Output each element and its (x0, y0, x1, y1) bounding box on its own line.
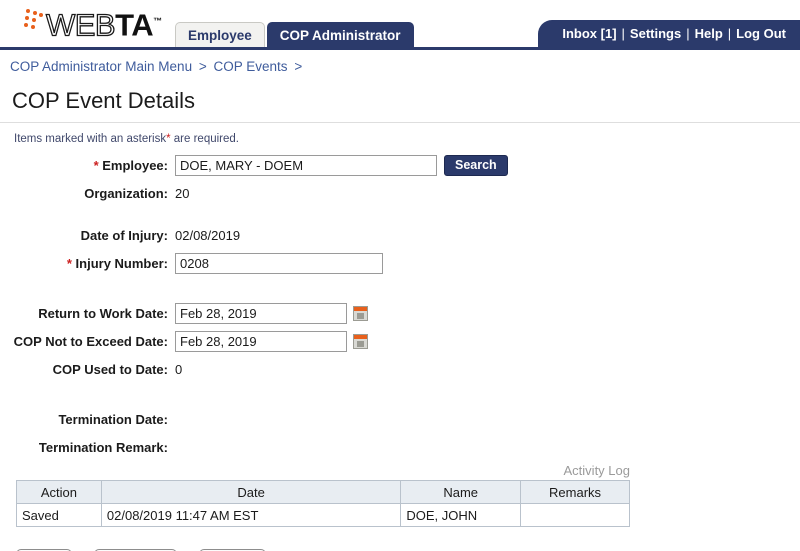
calendar-icon-cop-not-to-exceed[interactable] (353, 333, 368, 349)
injury-number-input[interactable] (175, 252, 383, 274)
field-row-organization: Organization: 20 (0, 181, 800, 205)
column-header-remarks: Remarks (520, 480, 630, 504)
employee-input[interactable] (175, 154, 437, 176)
nav-separator-2: | (686, 26, 690, 41)
employee-label: * Employee: (0, 158, 175, 173)
cell-date: 02/08/2019 11:47 AM EST (100, 503, 402, 527)
activity-log-title: Activity Log (563, 463, 630, 478)
required-note-text-before: Items marked with an asterisk (14, 133, 167, 145)
cell-name: DOE, JOHN (400, 503, 522, 527)
nav-logout-link[interactable]: Log Out (736, 26, 786, 41)
employee-label-text: Employee: (102, 157, 168, 173)
breadcrumb-item-main-menu[interactable]: COP Administrator Main Menu (10, 59, 192, 74)
field-row-date-of-injury: Date of Injury: 02/08/2019 (0, 223, 800, 247)
cop-used-to-date-value: 0 (175, 361, 183, 377)
breadcrumb-item-cop-events[interactable]: COP Events (214, 59, 288, 74)
cop-not-to-exceed-date-label: COP Not to Exceed Date: (13, 333, 168, 349)
breadcrumb-separator-1: > (198, 59, 207, 74)
tab-employee[interactable]: Employee (175, 22, 265, 47)
calendar-icon-return-to-work[interactable] (353, 305, 368, 321)
logo-dots-icon (24, 9, 46, 35)
tab-cop-administrator[interactable]: COP Administrator (266, 22, 414, 47)
date-of-injury-label: Date of Injury: (80, 227, 168, 243)
tab-cop-administrator-label: COP Administrator (279, 28, 401, 43)
field-row-return-to-work-date: Return to Work Date: (0, 301, 800, 325)
nav-settings-link[interactable]: Settings (630, 26, 681, 41)
field-row-termination-remark: Termination Remark: (0, 435, 800, 459)
organization-value: 20 (175, 185, 190, 201)
column-header-date: Date (100, 480, 402, 504)
nav-inbox-link[interactable]: Inbox [1] (562, 26, 616, 41)
main-tabs: Employee COP Administrator (175, 21, 414, 47)
cell-remarks (520, 503, 630, 527)
activity-log-section: Activity Log Action Date Name Remarks Sa… (0, 463, 800, 527)
logo-ta-text: TA (115, 7, 154, 43)
return-to-work-date-input[interactable] (175, 302, 347, 324)
search-button[interactable]: Search (444, 154, 508, 176)
injury-number-label: * Injury Number: (0, 256, 175, 271)
field-row-cop-used-to-date: COP Used to Date: 0 (0, 357, 800, 381)
breadcrumb: COP Administrator Main Menu > COP Events… (0, 50, 800, 82)
app-header: WEBTA™ Employee COP Administrator Inbox … (0, 0, 800, 50)
column-header-name: Name (400, 480, 522, 504)
cop-event-form: * Employee: Search Organization: 20 Date… (0, 153, 800, 459)
column-header-action: Action (16, 480, 102, 504)
date-of-injury-value: 02/08/2019 (175, 227, 241, 243)
breadcrumb-separator-2: > (294, 59, 303, 74)
field-row-termination-date: Termination Date: (0, 407, 800, 431)
return-to-work-date-label: Return to Work Date: (38, 305, 168, 321)
nav-separator-1: | (621, 26, 625, 41)
nav-separator-3: | (727, 26, 732, 41)
field-row-employee: * Employee: Search (0, 153, 800, 177)
logo-wordmark: WEBTA™ (45, 6, 162, 43)
required-fields-note: Items marked with an asterisk* are requi… (0, 123, 800, 145)
cop-not-to-exceed-date-input[interactable] (175, 330, 347, 352)
cell-action: Saved (16, 503, 102, 527)
injury-number-label-text: Injury Number: (75, 255, 168, 271)
termination-remark-label: Termination Remark: (38, 439, 168, 455)
utility-nav: Inbox [1] | Settings | Help | Log Out (538, 20, 800, 47)
nav-help-link[interactable]: Help (695, 26, 723, 41)
webta-logo: WEBTA™ (24, 6, 162, 43)
employee-required-asterisk: * (93, 157, 99, 173)
injury-number-required-asterisk: * (66, 255, 72, 271)
required-note-text-after: are required. (170, 133, 239, 145)
field-row-cop-not-to-exceed-date: COP Not to Exceed Date: (0, 329, 800, 353)
table-row: Saved 02/08/2019 11:47 AM EST DOE, JOHN (16, 503, 630, 527)
termination-date-label: Termination Date: (58, 411, 168, 427)
table-header-row: Action Date Name Remarks (16, 480, 630, 504)
tab-employee-label: Employee (188, 28, 252, 43)
logo-web-text: WEB (45, 7, 116, 43)
logo-trademark: ™ (153, 16, 162, 26)
cop-used-to-date-label: COP Used to Date: (52, 361, 168, 377)
activity-log-table: Action Date Name Remarks Saved 02/08/201… (16, 480, 630, 527)
organization-label: Organization: (84, 185, 168, 201)
page-title: COP Event Details (12, 88, 196, 113)
field-row-injury-number: * Injury Number: (0, 251, 800, 275)
